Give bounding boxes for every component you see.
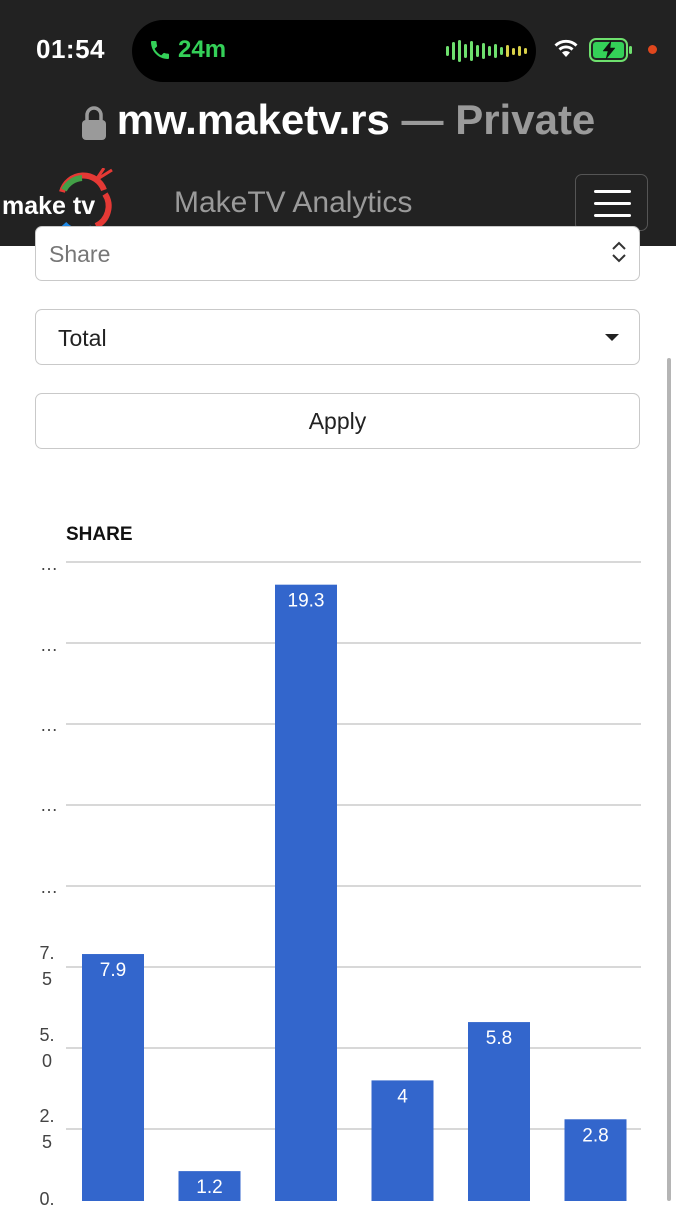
lock-icon: [81, 106, 106, 140]
recording-indicator: [648, 45, 657, 54]
metric-select[interactable]: Share: [35, 226, 640, 281]
chart-bar[interactable]: [275, 584, 337, 1201]
bar-data-label: 7.9: [100, 960, 126, 981]
bar-data-label: 5.8: [486, 1028, 512, 1049]
chart-bar[interactable]: [82, 954, 144, 1201]
phone-icon: [151, 41, 169, 59]
url-domain: mw.maketv.rs: [116, 96, 390, 143]
metric-select-value: Share: [49, 241, 111, 267]
address-display[interactable]: mw.maketv.rs — Private: [0, 96, 676, 144]
chevron-updown-icon: [612, 241, 626, 263]
call-indicator[interactable]: 24m: [148, 36, 226, 64]
brand-title[interactable]: MakeTV Analytics: [174, 186, 412, 220]
group-select[interactable]: Total: [35, 309, 640, 365]
battery-charging-icon: [589, 38, 632, 62]
caret-down-icon: [605, 334, 619, 341]
hamburger-icon: [594, 190, 631, 193]
hamburger-menu-button[interactable]: [575, 174, 648, 231]
private-mode-label: Private: [455, 96, 596, 143]
url-separator: —: [389, 96, 456, 143]
wifi-icon: [554, 39, 578, 57]
call-duration: 24m: [178, 36, 227, 63]
audio-waveform-icon: [446, 38, 527, 64]
share-bar-chart: 7.9 1.2 19.3 4 5.8 2.8: [66, 561, 641, 1201]
bar-data-label: 2.8: [582, 1125, 608, 1146]
bar-data-label: 4: [397, 1086, 408, 1107]
clock: 01:54: [36, 34, 105, 64]
logo-text: make tv: [2, 192, 96, 220]
group-select-value: Total: [58, 325, 107, 351]
bar-data-label: 19.3: [288, 591, 325, 612]
apply-button[interactable]: Apply: [35, 393, 640, 449]
bar-data-label: 1.2: [196, 1177, 222, 1198]
